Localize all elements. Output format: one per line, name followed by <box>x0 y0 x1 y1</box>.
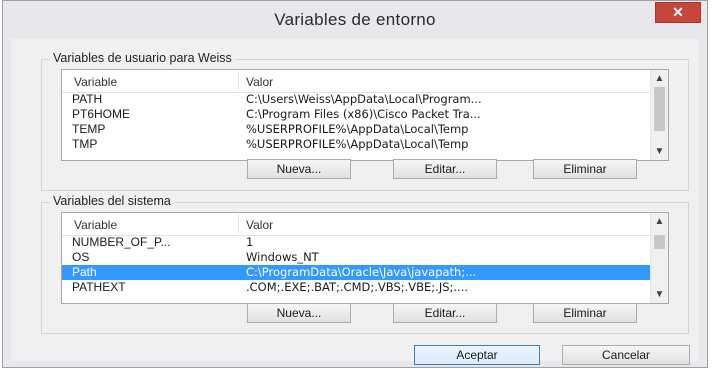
variable-value-cell: C:\ProgramData\Oracle\Java\javapath;... <box>246 265 477 279</box>
scrollbar-thumb[interactable] <box>654 235 665 249</box>
variable-name-cell: PATH <box>72 92 103 106</box>
user-variables-group-title: Variables de usuario para Weiss <box>50 51 235 65</box>
variable-value-cell: Windows_NT <box>246 250 319 264</box>
user-list-scrollbar[interactable]: ▲ ▼ <box>650 70 668 160</box>
variable-name-cell: NUMBER_OF_P... <box>72 235 171 249</box>
table-row[interactable]: Path C:\ProgramData\Oracle\Java\javapath;… <box>62 265 650 280</box>
user-list-header: Variable Valor <box>62 70 650 93</box>
variable-name-cell: PATHEXT <box>72 280 126 294</box>
system-variables-rows: NUMBER_OF_P... 1 OS Windows_NT Path C:\Progra… <box>62 235 650 295</box>
environment-variables-dialog: Variables de entorno ✕ Variables de usua… <box>2 0 708 368</box>
scrollbar-thumb[interactable] <box>654 87 665 131</box>
system-delete-button[interactable]: Eliminar <box>533 303 637 323</box>
table-row[interactable]: PT6HOME C:\Program Files (x86)\Cisco Pack… <box>62 107 650 122</box>
variable-value-cell: C:\Users\Weiss\AppData\Local\Program... <box>246 92 482 106</box>
column-header-variable[interactable]: Variable <box>74 75 117 89</box>
column-header-value[interactable]: Valor <box>246 75 273 89</box>
table-row[interactable]: OS Windows_NT <box>62 250 650 265</box>
user-edit-button[interactable]: Editar... <box>393 159 497 179</box>
system-variables-list[interactable]: Variable Valor NUMBER_OF_P... 1 OS Windows_… <box>61 212 669 304</box>
user-variables-list[interactable]: Variable Valor PATH C:\Users\Weiss\AppDat… <box>61 69 669 161</box>
window-title: Variables de entorno <box>274 10 436 29</box>
close-icon: ✕ <box>672 4 684 20</box>
table-row[interactable]: TMP %USERPROFILE%\AppData\Local\Temp <box>62 137 650 152</box>
close-button[interactable]: ✕ <box>655 2 701 23</box>
dialog-body: Variables de usuario para Weiss Variable… <box>11 39 699 365</box>
user-new-button[interactable]: Nueva... <box>247 159 351 179</box>
column-header-variable[interactable]: Variable <box>74 218 117 232</box>
table-row[interactable]: NUMBER_OF_P... 1 <box>62 235 650 250</box>
column-header-value[interactable]: Valor <box>246 218 273 232</box>
variable-name-cell: Path <box>72 265 97 279</box>
system-new-button[interactable]: Nueva... <box>247 303 351 323</box>
system-edit-button[interactable]: Editar... <box>393 303 497 323</box>
column-divider[interactable] <box>238 215 239 233</box>
user-delete-button[interactable]: Eliminar <box>533 159 637 179</box>
variable-name-cell: TMP <box>72 137 98 151</box>
title-bar[interactable]: Variables de entorno ✕ <box>3 1 707 41</box>
column-divider[interactable] <box>238 72 239 90</box>
system-variables-group-title: Variables del sistema <box>50 194 174 208</box>
chevron-up-icon[interactable]: ▲ <box>651 70 668 87</box>
variable-value-cell: 1 <box>246 235 254 249</box>
table-row[interactable]: PATH C:\Users\Weiss\AppData\Local\Program… <box>62 92 650 107</box>
variable-name-cell: PT6HOME <box>72 107 131 121</box>
chevron-up-icon[interactable]: ▲ <box>651 213 668 230</box>
variable-value-cell: .COM;.EXE;.BAT;.CMD;.VBS;.VBE;.JS;.... <box>246 280 469 294</box>
variable-name-cell: TEMP <box>72 122 106 136</box>
variable-value-cell: %USERPROFILE%\AppData\Local\Temp <box>246 122 469 136</box>
variable-name-cell: OS <box>72 250 90 264</box>
chevron-down-icon[interactable]: ▼ <box>651 286 668 303</box>
table-row[interactable]: PATHEXT .COM;.EXE;.BAT;.CMD;.VBS;.VBE;.JS… <box>62 280 650 295</box>
cancel-button[interactable]: Cancelar <box>562 345 690 365</box>
system-list-header: Variable Valor <box>62 213 650 236</box>
chevron-down-icon[interactable]: ▼ <box>651 143 668 160</box>
variable-value-cell: C:\Program Files (x86)\Cisco Packet Tra.… <box>246 107 481 121</box>
variable-value-cell: %USERPROFILE%\AppData\Local\Temp <box>246 137 469 151</box>
table-row[interactable]: TEMP %USERPROFILE%\AppData\Local\Temp <box>62 122 650 137</box>
user-variables-rows: PATH C:\Users\Weiss\AppData\Local\Program… <box>62 92 650 152</box>
system-list-scrollbar[interactable]: ▲ ▼ <box>650 213 668 303</box>
accept-button[interactable]: Aceptar <box>414 345 540 365</box>
